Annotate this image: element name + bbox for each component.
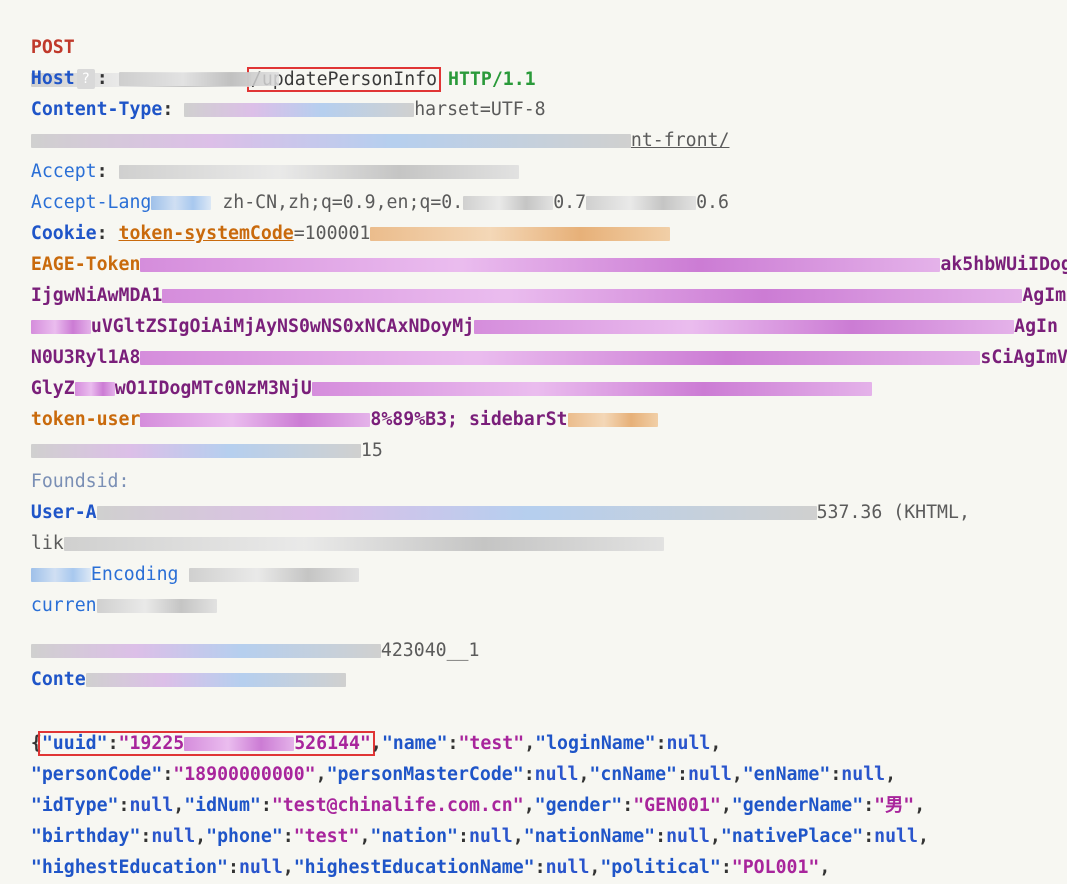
header-content-type: Content-Type: harset=UTF-8: [30, 99, 546, 120]
header-accept-language: Accept-Lang zh-CN,zh;q=0.9,en;q=0. 0.7 0.6: [9, 155, 729, 213]
header-accept-encoding: Encoding: [9, 527, 360, 585]
header-user-agent: User-A 537.36 (KHTML,: [9, 465, 970, 523]
redacted-sidebar: [567, 413, 658, 427]
json-body-line-4: "birthday":null,"phone":"test","nation":…: [30, 826, 929, 847]
json-key-highesteducation: "highestEducation": [30, 857, 229, 878]
json-body-line-2: "personCode":"18900000000","personMaster…: [30, 764, 897, 785]
json-val-null: null: [874, 826, 918, 847]
header-row-redacted-1: 15: [9, 403, 383, 461]
header-referer: nt-front/: [9, 93, 729, 151]
row18-tail: 423040__1: [380, 640, 480, 661]
header-accept: Accept:: [9, 124, 519, 182]
redacted-content-length: [85, 673, 346, 687]
header-row-redacted-2: 423040__1: [9, 603, 479, 661]
json-key-highesteducationname: "highestEducationName": [293, 857, 535, 878]
eage-line4-tail: sCiAgImV4c: [980, 347, 1067, 368]
row12-tail: 15: [360, 440, 383, 461]
json-val-null: null: [238, 857, 283, 878]
json-key-political: "political": [600, 857, 721, 878]
cookie-eage-token-line-3: uVGltZSIgOiAiMjAyNS0wNS0xNCAxNDoyMj AgIn: [9, 279, 1058, 337]
header-host: Host?:: [9, 31, 279, 89]
json-body-line-1: {"uuid":"19225 526144","name":"test","log…: [30, 731, 722, 756]
cookie-eage-token-line-2: IjgwNiAwMDA1AgImx: [9, 248, 1067, 306]
json-val-political: "POL001": [731, 857, 820, 878]
header-row-like: lik: [9, 496, 664, 554]
request-line: POST /updatePersonInfo HTTP/1.1: [9, 0, 536, 92]
header-row-current: curren: [9, 558, 217, 616]
json-body-line-3: "idType":null,"idNum":"test@chinalife.co…: [30, 795, 926, 816]
header-content-length: Conte: [9, 632, 346, 690]
referer-tail: nt-front/: [630, 130, 730, 151]
header-row-foundsid: Foundsid:: [9, 434, 130, 492]
cookie-eage-token-line-4: N0U3Ryl1A8sCiAgImV4c: [9, 310, 1067, 368]
accept-lang-visible-3: 0.6: [696, 192, 729, 213]
token-user-tail: 8%89%B3; sidebarSt: [370, 409, 568, 430]
json-body-line-5: "highestEducation":null,"highestEducatio…: [30, 857, 831, 878]
user-agent-tail: 537.36 (KHTML,: [816, 502, 970, 523]
cookie-eage-token-line-5: GlyZ wO1IDogMTc0NzM3NjU: [9, 341, 872, 399]
json-val-null: null: [545, 857, 590, 878]
header-cookie: Cookie: token-systemCode=100001: [9, 186, 671, 244]
cookie-eage-token-line-1: EAGE-Token ak5hbWUiIDog: [9, 217, 1067, 275]
cookie-token-user: token-user 8%89%B3; sidebarSt: [9, 372, 658, 430]
header-key-content-length: Conte: [30, 669, 86, 690]
